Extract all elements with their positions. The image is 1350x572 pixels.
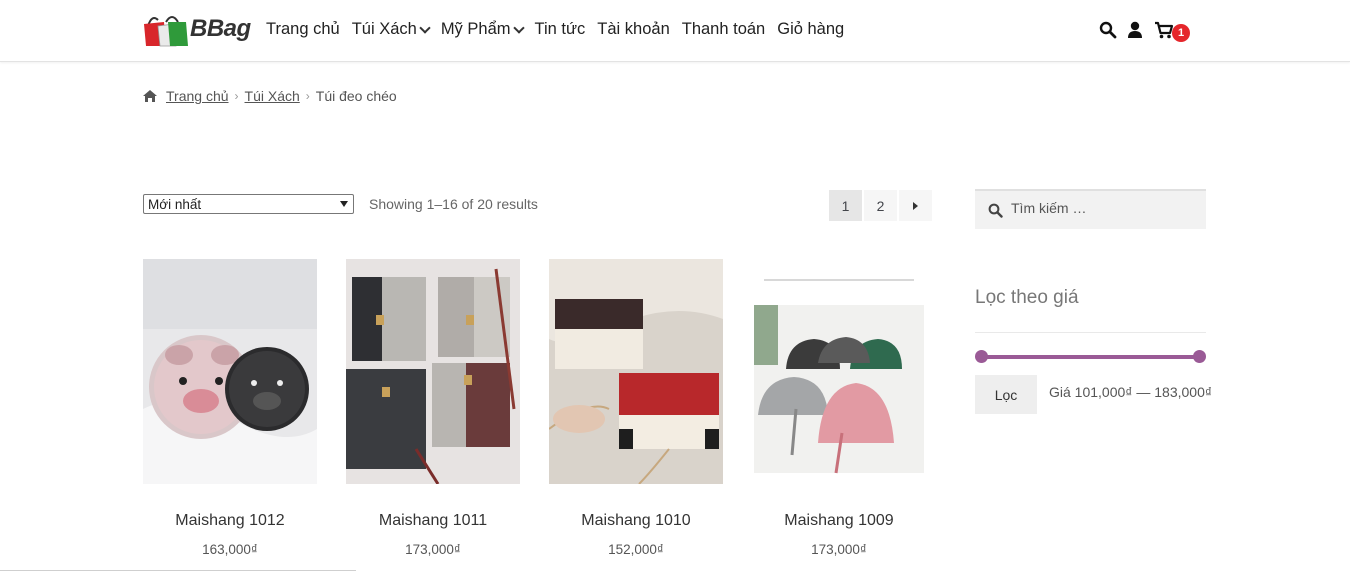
next-page-button[interactable] [899, 190, 932, 221]
site-logo[interactable]: BBag [142, 12, 251, 48]
product-image[interactable] [143, 259, 317, 484]
product-card[interactable]: Maishang 1010 152,000₫ [549, 259, 723, 557]
nav-item-trang-chu[interactable]: Trang chủ [266, 20, 340, 39]
price-slider-max-handle[interactable] [1193, 350, 1206, 363]
nav-item-tui-xach[interactable]: Túi Xách [351, 20, 431, 39]
nav-item-label: Tin tức [534, 20, 586, 38]
divider [975, 332, 1206, 333]
product-name[interactable]: Maishang 1012 [143, 512, 317, 530]
tweed-crossbody-bags-photo [346, 259, 520, 484]
sort-select[interactable]: Mới nhất [143, 194, 354, 214]
breadcrumb-separator-icon: › [305, 89, 310, 103]
nav-item-thanh-toan[interactable]: Thanh toán [682, 20, 765, 39]
chevron-down-icon [512, 21, 525, 34]
sidebar-search [975, 189, 1206, 229]
shell-bags-photo [752, 259, 926, 484]
nav-item-label: Thanh toán [681, 20, 766, 38]
sort-selected-value: Mới nhất [148, 197, 202, 212]
breadcrumb: Trang chủ › Túi Xách › Túi đeo chéo [142, 88, 397, 104]
nav-item-gio-hang[interactable]: Giỏ hàng [777, 20, 844, 39]
nav-item-label: Túi Xách [351, 20, 417, 38]
nav-item-tin-tuc[interactable]: Tin tức [535, 20, 586, 39]
cart-icon[interactable] [1154, 21, 1174, 39]
nav-item-label: Mỹ Phẩm [440, 20, 511, 38]
product-image[interactable] [549, 259, 723, 484]
pagination: 1 2 [829, 190, 934, 221]
red-cream-crossbody-bags-photo [549, 259, 723, 484]
nav-item-my-pham[interactable]: Mỹ Phẩm [440, 20, 525, 39]
chevron-down-icon [419, 21, 431, 34]
product-name[interactable]: Maishang 1011 [346, 512, 520, 530]
filter-button[interactable]: Lọc [975, 375, 1037, 414]
product-image[interactable] [752, 259, 926, 484]
breadcrumb-link-tui-xach[interactable]: Túi Xách [245, 88, 300, 104]
product-price: 173,000₫ [405, 542, 461, 557]
product-card[interactable]: Maishang 1011 173,000₫ [346, 259, 520, 557]
breadcrumb-current: Túi đeo chéo [315, 88, 397, 104]
user-icon[interactable] [1127, 21, 1143, 39]
shopping-bags-logo-icon [144, 16, 188, 47]
cart-count-badge: 1 [1172, 24, 1190, 42]
product-price: 152,000₫ [608, 542, 664, 557]
site-header: BBag Trang chủ Túi Xách Mỹ Phẩm Tin tức … [0, 0, 1350, 62]
home-icon [143, 90, 157, 102]
product-image[interactable] [346, 259, 520, 484]
breadcrumb-link-home[interactable]: Trang chủ [166, 88, 229, 104]
pig-crossbody-bags-photo [143, 259, 317, 484]
nav-item-label: Tài khoản [597, 20, 670, 38]
product-price: 163,000₫ [202, 542, 258, 557]
main-nav: Trang chủ Túi Xách Mỹ Phẩm Tin tức Tài k… [266, 20, 856, 39]
product-card[interactable]: Maishang 1009 173,000₫ [752, 259, 926, 557]
nav-item-tai-khoan[interactable]: Tài khoản [597, 20, 669, 39]
search-input[interactable] [1009, 199, 1193, 217]
result-count: Showing 1–16 of 20 results [369, 196, 538, 212]
logo-text: BBag [190, 15, 251, 42]
nav-item-label: Trang chủ [266, 20, 340, 38]
price-range-label: Giá 101,000₫ — 183,000₫ [1049, 384, 1213, 400]
search-icon[interactable] [988, 203, 1003, 218]
product-name[interactable]: Maishang 1009 [752, 512, 926, 530]
price-slider-track[interactable] [981, 355, 1199, 359]
page-1-current: 1 [829, 190, 862, 221]
dropdown-arrow-icon [340, 201, 348, 207]
next-arrow-icon [913, 201, 918, 210]
product-price: 173,000₫ [811, 542, 867, 557]
divider [0, 570, 356, 571]
breadcrumb-separator-icon: › [234, 89, 239, 103]
page-2-link[interactable]: 2 [864, 190, 897, 221]
search-icon[interactable] [1099, 21, 1117, 39]
product-card[interactable]: Maishang 1012 163,000₫ [143, 259, 317, 557]
price-filter-title: Lọc theo giá [975, 287, 1079, 308]
price-slider-min-handle[interactable] [975, 350, 988, 363]
nav-item-label: Giỏ hàng [777, 20, 845, 38]
product-name[interactable]: Maishang 1010 [549, 512, 723, 530]
